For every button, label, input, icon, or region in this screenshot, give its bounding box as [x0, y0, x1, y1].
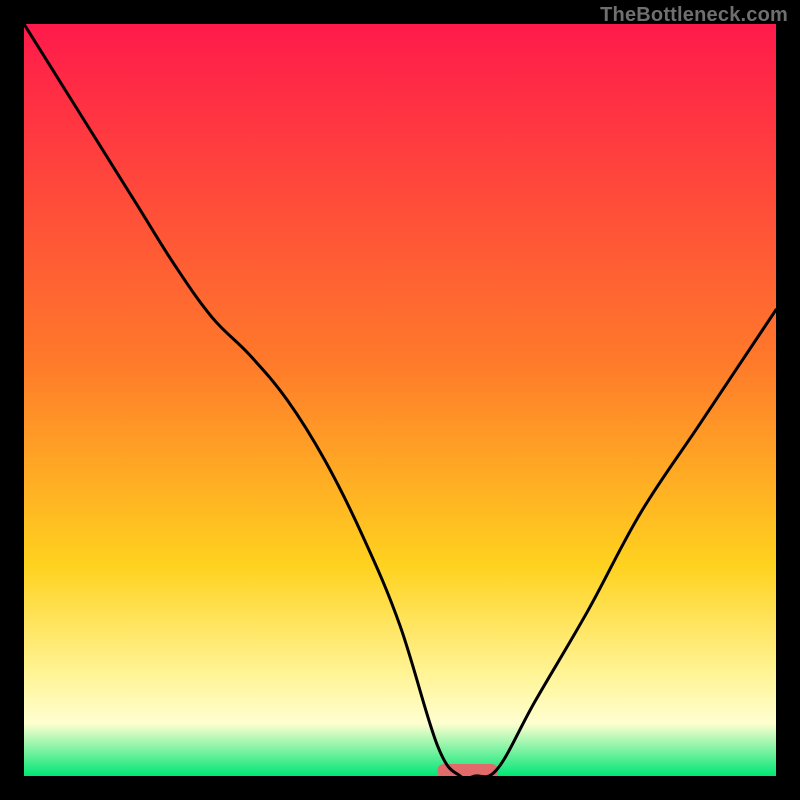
plot-background — [24, 24, 776, 776]
chart-frame: TheBottleneck.com — [0, 0, 800, 800]
bottleneck-plot — [24, 24, 776, 776]
